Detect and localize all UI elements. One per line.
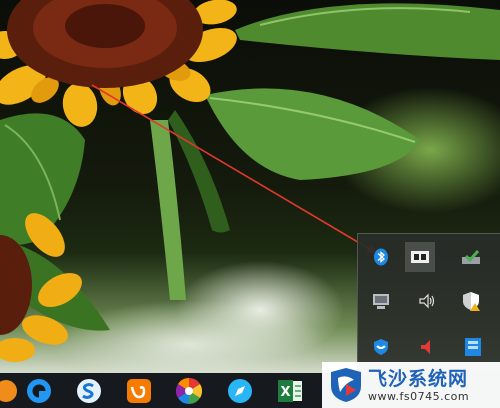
red-speaker-icon [421, 340, 430, 354]
volume-tray-button[interactable] [412, 286, 442, 316]
security-tray-button[interactable] [456, 286, 486, 316]
media-display-icon [411, 251, 429, 263]
network-monitor-icon [373, 294, 389, 309]
guard-tray-button[interactable] [366, 332, 396, 362]
shield-guard-icon [374, 339, 388, 355]
taskbar-app-compass[interactable] [226, 377, 254, 405]
taskbar-app-excel[interactable]: X [276, 377, 304, 405]
pinwheel-icon [175, 377, 203, 405]
taskbar-app-sogou[interactable] [75, 377, 103, 405]
check-drive-icon [462, 250, 480, 264]
uc-browser-icon [127, 379, 151, 403]
circle-app-icon [27, 379, 51, 403]
taskbar-app-uc[interactable] [125, 377, 153, 405]
drive-tray-button[interactable] [456, 242, 486, 272]
audio-manager-tray-button[interactable] [412, 332, 442, 362]
tray-overflow-popup [357, 233, 500, 373]
speaker-icon [419, 293, 435, 309]
sogou-s-icon [77, 379, 101, 403]
taskbar-app-partial[interactable] [0, 377, 20, 405]
bluetooth-tray-button[interactable] [366, 242, 396, 272]
taskbar-app-pinwheel[interactable] [175, 377, 203, 405]
site-watermark: 飞沙系统网 www.fs0745.com [322, 362, 500, 408]
compass-icon [228, 379, 252, 403]
media-tray-button[interactable] [405, 242, 435, 272]
blue-app-icon [465, 338, 481, 356]
app-tray-button[interactable] [458, 332, 488, 362]
watermark-title: 飞沙系统网 [368, 368, 469, 390]
partial-app-icon [0, 380, 17, 402]
taskbar-app-circle[interactable] [25, 377, 53, 405]
watermark-logo-icon [331, 368, 361, 402]
security-shield-warning-icon [463, 292, 480, 311]
watermark-url: www.fs0745.com [368, 390, 470, 403]
excel-icon: X [278, 380, 302, 402]
network-tray-button[interactable] [366, 286, 396, 316]
excel-icon-letter: X [280, 385, 290, 400]
bluetooth-icon [374, 248, 388, 266]
